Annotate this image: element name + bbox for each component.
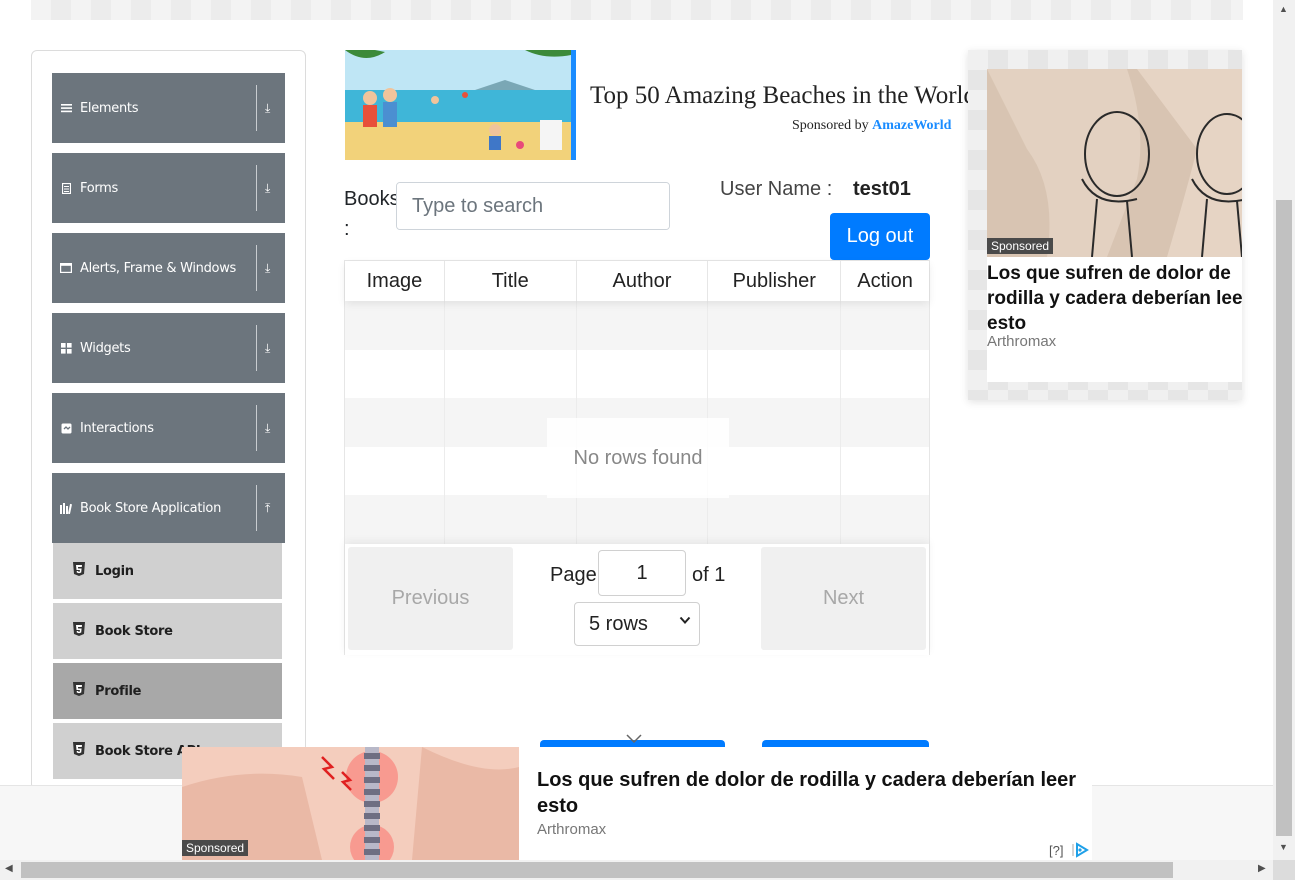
right-ad-title[interactable]: Los que sufren de dolor de rodilla y cad… (987, 261, 1242, 336)
search-input[interactable] (397, 183, 669, 229)
scroll-left-arrow-icon[interactable]: ◀ (5, 863, 13, 874)
sidebar-group-label: Forms (80, 180, 119, 196)
top-ad-banner (31, 0, 1243, 20)
table-row (345, 495, 929, 544)
sidebar-item-login[interactable]: Login (53, 543, 282, 601)
right-ad-brand[interactable]: Arthromax (987, 333, 1056, 350)
sidebar-group-widgets[interactable]: Widgets ⤓ (52, 313, 285, 383)
column-header-action[interactable]: Action (841, 261, 929, 301)
separator (256, 325, 257, 371)
sidebar-item-label: Profile (95, 683, 142, 699)
next-button[interactable]: Next (761, 547, 926, 650)
separator (256, 485, 257, 531)
sponsored-tag: Sponsored (987, 238, 1054, 254)
user-name-label: User Name : (720, 178, 833, 200)
vertical-scroll-thumb[interactable] (1276, 200, 1292, 836)
right-ad-frame: Sponsored Los que sufren de dolor de rod… (968, 50, 1242, 400)
books-icon (52, 502, 80, 514)
close-ad-icon[interactable] (626, 727, 642, 750)
column-header-author[interactable]: Author (577, 261, 709, 301)
html5-icon (53, 622, 95, 640)
file-icon (52, 182, 80, 194)
sidebar-group-label: Interactions (80, 420, 154, 436)
horizontal-scrollbar[interactable]: ◀ ▶ (0, 860, 1273, 880)
separator (256, 405, 257, 451)
user-name-value: test01 (853, 178, 911, 200)
sidebar-group-label: Widgets (80, 340, 131, 356)
separator (256, 245, 257, 291)
download-arrow-icon: ⤓ (265, 340, 271, 355)
download-arrow-icon: ⤓ (265, 180, 271, 195)
sidebar-group-label: Alerts, Frame & Windows (80, 260, 237, 276)
download-arrow-icon: ⤓ (265, 260, 271, 275)
bottom-ad-card[interactable]: Sponsored Los que sufren de dolor de rod… (182, 747, 1092, 860)
sidebar-item-book-store[interactable]: Book Store (53, 603, 282, 661)
interactions-icon (52, 423, 80, 434)
window-icon (52, 263, 80, 273)
sidebar-group-forms[interactable]: Forms ⤓ (52, 153, 285, 223)
chevron-down-icon (679, 613, 691, 631)
beach-ad-sponsor: Sponsored by AmazeWorld (792, 118, 951, 134)
beach-ad-image[interactable] (345, 50, 576, 160)
hamburger-icon (52, 103, 80, 113)
html5-icon (53, 742, 95, 760)
column-header-image[interactable]: Image (345, 261, 445, 301)
left-sidebar: Elements ⤓ Forms ⤓ Alerts, Frame & Windo… (31, 50, 306, 790)
sidebar-group-label: Elements (80, 100, 139, 116)
html5-icon (53, 682, 95, 700)
column-header-title[interactable]: Title (445, 261, 577, 301)
ad-help-link[interactable]: [?] (1049, 843, 1063, 858)
grid-icon (52, 342, 80, 354)
previous-button[interactable]: Previous (348, 547, 513, 650)
sidebar-group-book-store[interactable]: Book Store Application ⤒ (52, 473, 285, 543)
download-arrow-icon: ⤓ (265, 420, 271, 435)
books-table: Image Title Author Publisher Action No r… (344, 260, 930, 655)
page-number-input[interactable] (598, 550, 686, 596)
scrollbar-corner (1273, 860, 1295, 880)
column-header-publisher[interactable]: Publisher (708, 261, 842, 301)
sidebar-item-label: Login (95, 563, 134, 579)
sponsored-by-label: Sponsored by (792, 118, 869, 133)
bottom-ad-title[interactable]: Los que sufren de dolor de rodilla y cad… (537, 767, 1087, 819)
scroll-down-arrow-icon[interactable]: ▼ (1279, 842, 1288, 852)
html5-icon (53, 562, 95, 580)
pagination-bar: Previous Page of 1 5 rows Next (345, 544, 929, 655)
table-header: Image Title Author Publisher Action (345, 261, 929, 301)
page-label: Page (550, 564, 597, 586)
vertical-scrollbar[interactable]: ▲ ▼ (1273, 0, 1295, 860)
sidebar-group-elements[interactable]: Elements ⤓ (52, 73, 285, 143)
sidebar-group-interactions[interactable]: Interactions ⤓ (52, 393, 285, 463)
sponsored-tag: Sponsored (182, 840, 249, 856)
rows-per-page-value: 5 rows (589, 612, 648, 635)
sidebar-item-profile[interactable]: Profile (53, 663, 282, 721)
knee-ad-image[interactable]: Sponsored (987, 69, 1242, 257)
table-body: No rows found (345, 301, 929, 544)
beach-ad-title[interactable]: Top 50 Amazing Beaches in the World (590, 82, 970, 110)
bottom-ad-brand[interactable]: Arthromax (537, 821, 606, 838)
sidebar-group-alerts[interactable]: Alerts, Frame & Windows ⤓ (52, 233, 285, 303)
rows-per-page-select[interactable]: 5 rows (574, 602, 700, 646)
no-rows-message: No rows found (547, 418, 729, 498)
scroll-up-arrow-icon[interactable]: ▲ (1279, 4, 1288, 14)
horizontal-scroll-thumb[interactable] (21, 862, 1173, 878)
sidebar-item-label: Book Store (95, 623, 173, 639)
scroll-right-arrow-icon[interactable]: ▶ (1258, 863, 1266, 874)
logout-button[interactable]: Log out (830, 213, 930, 260)
search-box (396, 182, 670, 230)
download-arrow-icon: ⤓ (265, 100, 271, 115)
sidebar-group-label: Book Store Application (80, 500, 222, 516)
back-pain-ad-image[interactable]: Sponsored (182, 747, 519, 860)
total-pages-label: of 1 (692, 564, 726, 586)
table-row (345, 349, 929, 399)
books-search-label: Books : (344, 188, 400, 240)
sponsor-link[interactable]: AmazeWorld (872, 118, 951, 133)
separator (256, 165, 257, 211)
separator (256, 85, 257, 131)
upload-arrow-icon: ⤒ (265, 500, 271, 515)
right-ad-card[interactable]: Sponsored Los que sufren de dolor de rod… (987, 69, 1242, 382)
table-row (345, 301, 929, 350)
